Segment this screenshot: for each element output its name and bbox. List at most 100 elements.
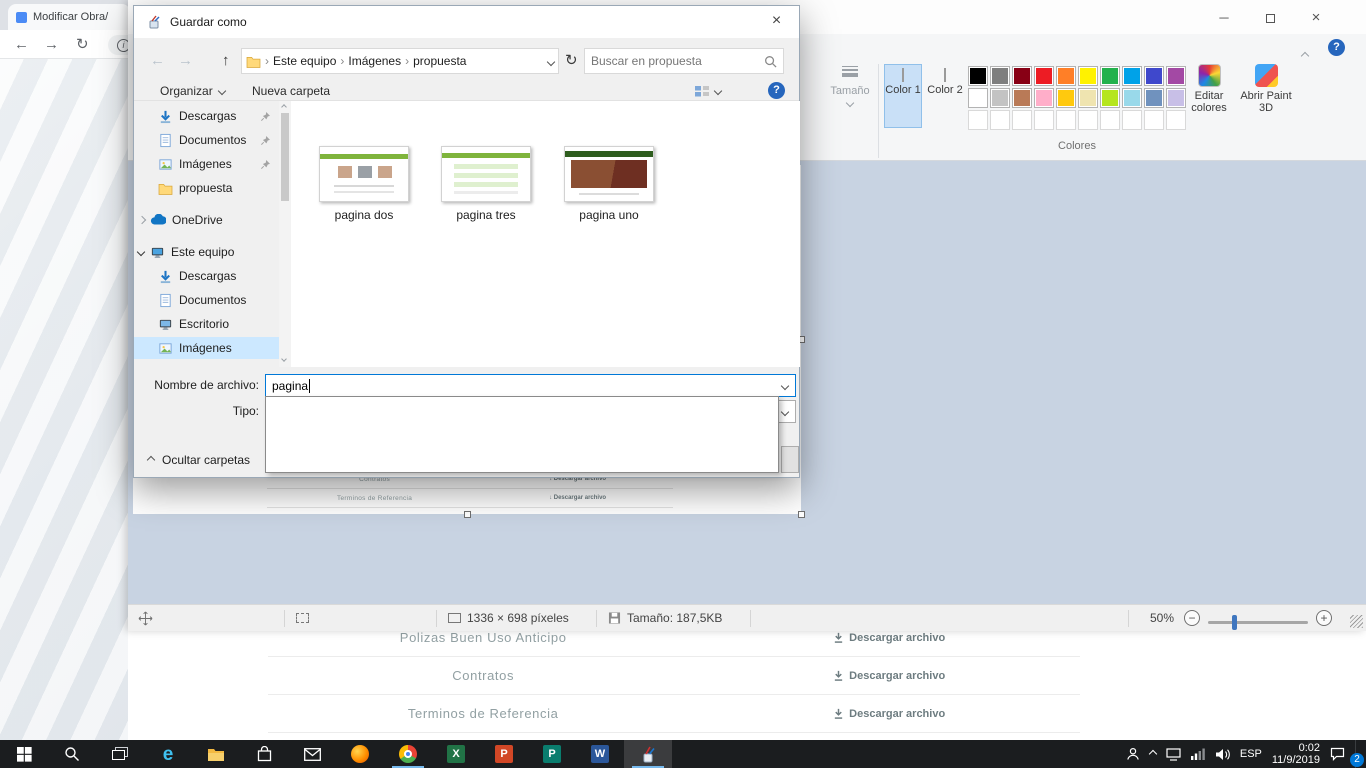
palette-swatch[interactable] <box>1012 88 1032 108</box>
palette-empty-swatch[interactable] <box>1144 110 1164 130</box>
palette-swatch[interactable] <box>1056 88 1076 108</box>
zoom-in-button[interactable]: + <box>1316 610 1332 626</box>
sidebar-item-este-equipo[interactable]: Este equipo <box>134 241 279 263</box>
canvas-resize-handle-corner[interactable] <box>798 511 805 518</box>
color2-button[interactable]: Color 2 <box>926 64 964 128</box>
language-indicator[interactable]: ESP <box>1240 748 1262 760</box>
taskbar-publisher-icon[interactable]: P <box>528 740 576 768</box>
palette-swatch[interactable] <box>1100 88 1120 108</box>
scrollbar[interactable] <box>279 101 291 367</box>
help-button[interactable]: ? <box>1328 39 1345 56</box>
palette-swatch[interactable] <box>1034 66 1054 86</box>
palette-swatch[interactable] <box>968 66 988 86</box>
palette-empty-swatch[interactable] <box>1166 110 1186 130</box>
palette-swatch[interactable] <box>1166 88 1186 108</box>
action-center-button[interactable] <box>1330 747 1345 761</box>
refresh-button[interactable]: ↻ <box>565 48 578 74</box>
hide-folders-button[interactable]: Ocultar carpetas <box>148 450 250 470</box>
palette-swatch[interactable] <box>968 88 988 108</box>
taskbar-firefox-icon[interactable] <box>336 740 384 768</box>
breadcrumb-root[interactable]: Este equipo <box>273 54 336 68</box>
taskbar-word-icon[interactable]: W <box>576 740 624 768</box>
scrollbar-thumb[interactable] <box>281 113 289 201</box>
palette-swatch[interactable] <box>1144 66 1164 86</box>
volume-icon[interactable] <box>1215 748 1230 761</box>
expander-icon[interactable] <box>137 248 145 256</box>
palette-swatch[interactable] <box>1122 66 1142 86</box>
taskbar-chrome-icon[interactable] <box>384 740 432 768</box>
minimize-button[interactable]: ─ <box>1204 6 1244 30</box>
signal-icon[interactable] <box>1191 748 1205 760</box>
browser-tab[interactable]: Modificar Obra/ <box>8 4 130 30</box>
breadcrumb-subfolder[interactable]: propuesta <box>413 54 466 68</box>
filename-input[interactable]: pagina <box>265 374 796 397</box>
download-link[interactable]: Descargar archivo <box>698 670 1080 682</box>
palette-swatch[interactable] <box>1166 66 1186 86</box>
browser-back-button[interactable]: ← <box>14 30 29 59</box>
breadcrumb-folder[interactable]: Imágenes <box>348 54 401 68</box>
download-link[interactable]: Descargar archivo <box>698 632 1080 644</box>
taskbar-search-button[interactable] <box>48 740 96 768</box>
zoom-out-button[interactable]: − <box>1184 610 1200 626</box>
palette-swatch[interactable] <box>1078 66 1098 86</box>
sidebar-item-escritorio[interactable]: Escritorio <box>134 313 279 335</box>
taskbar-mail-icon[interactable] <box>288 740 336 768</box>
sidebar-item-documentos[interactable]: Documentos <box>134 129 279 151</box>
palette-empty-swatch[interactable] <box>1100 110 1120 130</box>
save-button-partial[interactable] <box>781 446 799 473</box>
open-paint3d-button[interactable]: Abrir Paint 3D <box>1240 64 1292 114</box>
palette-swatch[interactable] <box>990 88 1010 108</box>
browser-forward-button[interactable]: → <box>44 30 59 59</box>
palette-empty-swatch[interactable] <box>1012 110 1032 130</box>
expander-icon[interactable] <box>138 216 146 224</box>
file-item-pagina-tres[interactable]: pagina tres <box>426 146 546 222</box>
organize-button[interactable]: Organizar <box>160 80 225 102</box>
dialog-close-button[interactable]: × <box>754 6 799 38</box>
people-icon[interactable] <box>1126 747 1140 761</box>
file-item-pagina-uno[interactable]: pagina uno <box>549 146 669 222</box>
start-button[interactable] <box>0 740 48 768</box>
palette-swatch[interactable] <box>1100 66 1120 86</box>
palette-swatch[interactable] <box>1034 88 1054 108</box>
breadcrumb[interactable]: › Este equipo › Imágenes › propuesta <box>241 48 559 74</box>
sidebar-item-propuesta[interactable]: propuesta <box>134 177 279 199</box>
task-view-button[interactable] <box>96 740 144 768</box>
scroll-up-icon[interactable] <box>281 104 287 110</box>
zoom-slider-thumb[interactable] <box>1232 615 1237 630</box>
palette-empty-swatch[interactable] <box>1056 110 1076 130</box>
dialog-help-button[interactable]: ? <box>768 82 785 99</box>
collapse-ribbon-button[interactable] <box>1302 46 1308 64</box>
views-button[interactable] <box>694 80 721 102</box>
palette-empty-swatch[interactable] <box>1078 110 1098 130</box>
sidebar-item-descargas-2[interactable]: Descargas <box>134 265 279 287</box>
taskbar-edge-icon[interactable]: e <box>144 740 192 768</box>
sidebar-item-descargas[interactable]: Descargas <box>134 105 279 127</box>
palette-swatch[interactable] <box>1144 88 1164 108</box>
filename-dropdown-button[interactable] <box>776 376 794 395</box>
sidebar-item-onedrive[interactable]: OneDrive <box>134 209 279 231</box>
size-button[interactable]: Tamaño <box>826 64 874 109</box>
palette-swatch[interactable] <box>1078 88 1098 108</box>
close-button[interactable]: × <box>1296 6 1336 30</box>
new-folder-button[interactable]: Nueva carpeta <box>252 80 330 102</box>
maximize-button[interactable] <box>1250 6 1290 30</box>
breadcrumb-dropdown[interactable] <box>548 54 554 68</box>
palette-empty-swatch[interactable] <box>990 110 1010 130</box>
search-input[interactable]: Buscar en propuesta <box>584 48 784 74</box>
download-link[interactable]: Descargar archivo <box>698 708 1080 720</box>
nav-up-button[interactable]: ↑ <box>222 48 230 74</box>
zoom-slider[interactable] <box>1208 621 1308 624</box>
resize-grip[interactable] <box>1350 615 1363 628</box>
palette-empty-swatch[interactable] <box>1034 110 1054 130</box>
nav-forward-button[interactable]: → <box>178 48 193 74</box>
sidebar-item-documentos-2[interactable]: Documentos <box>134 289 279 311</box>
taskbar-powerpoint-icon[interactable]: P <box>480 740 528 768</box>
nav-back-button[interactable]: ← <box>150 48 165 74</box>
palette-empty-swatch[interactable] <box>968 110 988 130</box>
file-item-pagina-dos[interactable]: pagina dos <box>304 146 424 222</box>
scroll-down-icon[interactable] <box>281 356 287 362</box>
sidebar-item-imagenes[interactable]: Imágenes <box>134 153 279 175</box>
canvas-resize-handle-bottom[interactable] <box>464 511 471 518</box>
palette-swatch[interactable] <box>990 66 1010 86</box>
network-icon[interactable] <box>1166 748 1181 761</box>
